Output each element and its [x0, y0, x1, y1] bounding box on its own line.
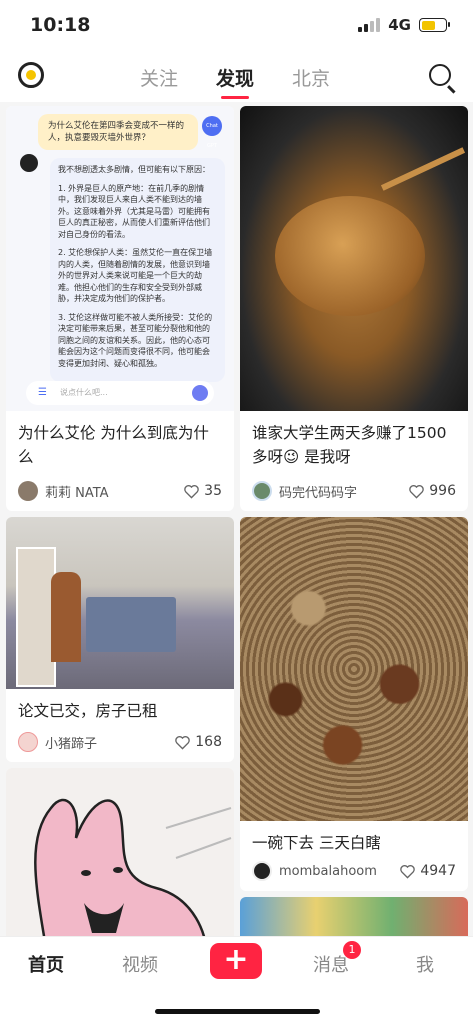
status-time: 10:18 [30, 14, 91, 36]
answer-point-2: 2. 艾伦想保护人类：虽然艾伦一直在保卫墙内的人类，但随着剧情的发展，他意识到墙… [58, 248, 213, 303]
note-title[interactable]: 论文已交，房子已租 [6, 689, 234, 723]
note-meta: 码完代码码字 996 [252, 481, 456, 501]
note-meta: mombalahoom 4947 [252, 861, 456, 881]
answer-point-3: 3. 艾伦这样做可能不被人类所接受：艾伦的决定可能带来后果，甚至可能分裂他和他的… [58, 312, 213, 368]
tab-beijing[interactable]: 北京 [292, 64, 330, 91]
note-card[interactable]: 为什么艾伦在第四季会变成不一样的人，执意要毁灭墙外世界？ Chat GPT 我不… [6, 106, 234, 511]
like-count: 4947 [420, 863, 456, 879]
status-right: 4G [358, 16, 450, 34]
note-card[interactable]: 谁家大学生两天多赚了1500多呀😉 是我呀 码完代码码字 996 [240, 106, 468, 511]
home-indicator [155, 1009, 320, 1014]
bed-shape [86, 597, 176, 652]
note-cover-image [240, 106, 468, 411]
top-nav: 关注 发现 北京 [0, 50, 473, 102]
heart-icon[interactable] [183, 484, 200, 499]
note-title[interactable]: 一碗下去 三天白瞎 [240, 821, 468, 855]
network-label: 4G [388, 16, 411, 34]
create-post-button[interactable]: + [210, 943, 262, 979]
author-name[interactable]: mombalahoom [279, 864, 399, 879]
chat-question: 为什么艾伦在第四季会变成不一样的人，执意要毁灭墙外世界？ [38, 114, 198, 150]
fried-potato-shape [275, 196, 425, 316]
signal-icon [358, 18, 381, 32]
avatar[interactable] [252, 481, 272, 501]
menu-logo-icon[interactable] [18, 62, 44, 88]
answer-intro: 我不想剧透太多剧情，但可能有以下原因： [58, 165, 210, 174]
avatar[interactable] [252, 861, 272, 881]
like-count: 996 [429, 483, 456, 499]
answer-point-1: 1. 外界是巨人的原产地：在前几季的剧情中，我们发现巨人来自人类不能到达的墙外。… [58, 183, 210, 239]
avatar[interactable] [18, 481, 38, 501]
note-title[interactable]: 为什么艾伦 为什么到底为什么 [6, 411, 234, 469]
messages-badge: 1 [343, 941, 361, 959]
author-name[interactable]: 莉莉 NATA [45, 482, 183, 501]
heart-icon[interactable] [399, 864, 416, 879]
cartoon-rabbit-illustration [34, 798, 232, 936]
note-cover-image [6, 768, 234, 936]
author-name[interactable]: 小猪蹄子 [45, 733, 174, 752]
avatar[interactable] [18, 732, 38, 752]
note-title[interactable]: 谁家大学生两天多赚了1500多呀😉 是我呀 [240, 411, 468, 469]
note-meta: 小猪蹄子 168 [18, 732, 222, 752]
chopsticks-shape [380, 147, 466, 191]
heart-icon[interactable] [174, 735, 191, 750]
note-card[interactable] [240, 897, 468, 936]
openai-logo-icon [20, 154, 38, 172]
note-meta: 莉莉 NATA 35 [18, 481, 222, 501]
tab-following[interactable]: 关注 [140, 64, 178, 91]
author-name[interactable]: 码完代码码字 [279, 482, 408, 501]
nav-me[interactable]: 我 [416, 951, 434, 977]
note-card[interactable]: 论文已交，房子已租 小猪蹄子 168 [6, 517, 234, 762]
shelf-shape [16, 547, 56, 687]
status-bar: 10:18 4G [0, 0, 473, 50]
note-card[interactable]: 一碗下去 三天白瞎 mombalahoom 4947 [240, 517, 468, 891]
feed[interactable]: 为什么艾伦在第四季会变成不一样的人，执意要毁灭墙外世界？ Chat GPT 我不… [0, 102, 473, 936]
like-count: 35 [204, 483, 222, 499]
note-cover-image [240, 897, 468, 936]
heart-icon[interactable] [408, 484, 425, 499]
battery-icon [419, 18, 450, 32]
bottom-nav: 首页 视频 + 消息 1 我 [0, 936, 473, 1024]
chat-answer: 我不想剧透太多剧情，但可能有以下原因： 1. 外界是巨人的原产地：在前几季的剧情… [50, 158, 225, 382]
chat-avatar: Chat GPT [202, 116, 222, 149]
like-count: 168 [195, 734, 222, 750]
feed-tabs: 关注 发现 北京 [140, 64, 330, 99]
chat-input: 说点什么吧... [26, 381, 214, 405]
note-card[interactable] [6, 768, 234, 936]
coat-shape [51, 572, 81, 662]
note-cover-image [240, 517, 468, 821]
note-cover-image [6, 517, 234, 689]
note-cover-chat-screenshot: 为什么艾伦在第四季会变成不一样的人，执意要毁灭墙外世界？ Chat GPT 我不… [6, 106, 234, 411]
search-icon[interactable] [429, 64, 451, 86]
nav-home[interactable]: 首页 [28, 951, 64, 977]
nav-video[interactable]: 视频 [122, 951, 158, 977]
tab-discover[interactable]: 发现 [216, 64, 254, 99]
